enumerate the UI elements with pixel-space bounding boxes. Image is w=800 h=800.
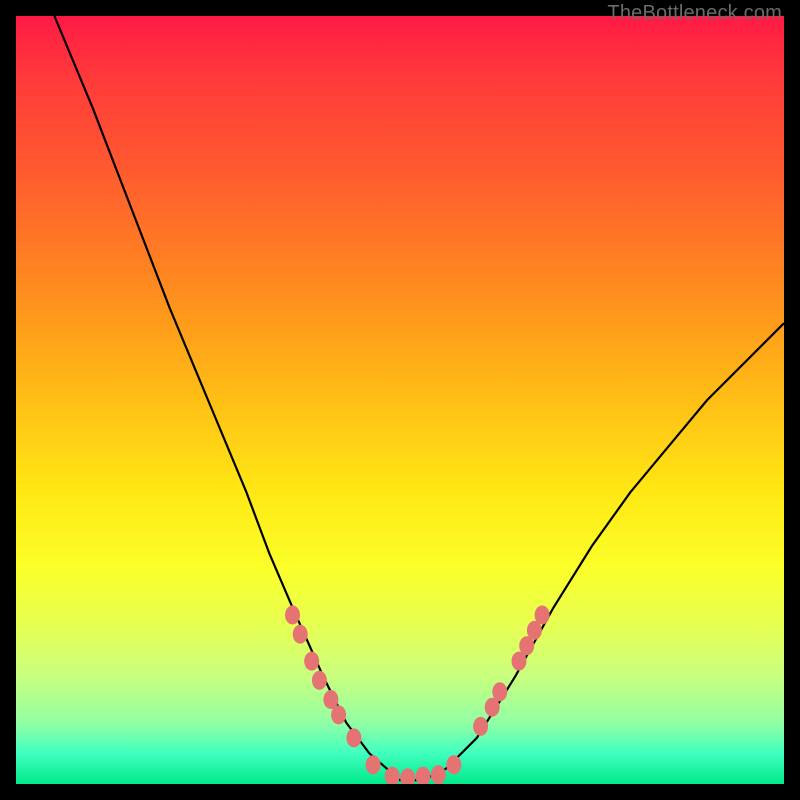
curve-markers [285, 606, 550, 785]
attribution-text: TheBottleneck.com [607, 2, 782, 25]
curve-layer [16, 16, 784, 784]
curve-marker [346, 728, 361, 747]
curve-marker [312, 671, 327, 690]
curve-marker [431, 765, 446, 784]
curve-marker [446, 755, 461, 774]
curve-marker [366, 755, 381, 774]
curve-marker [304, 652, 319, 671]
curve-marker [400, 768, 415, 784]
curve-marker [331, 705, 346, 724]
curve-marker [492, 682, 507, 701]
curve-marker [293, 625, 308, 644]
curve-marker [535, 606, 550, 625]
plot-area [16, 16, 784, 784]
curve-marker [473, 717, 488, 736]
curve-marker [416, 767, 431, 784]
bottleneck-curve [54, 16, 784, 780]
chart-frame: TheBottleneck.com [0, 0, 800, 800]
curve-marker [285, 606, 300, 625]
